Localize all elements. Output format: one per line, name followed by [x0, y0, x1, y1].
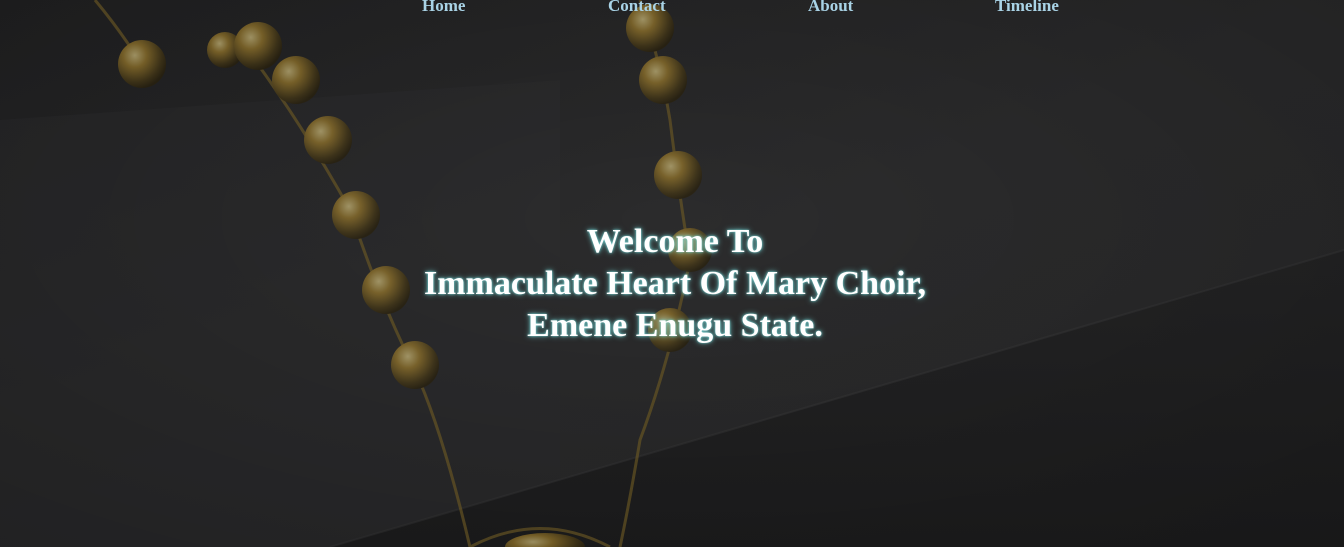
- location-line: Emene Enugu State.: [527, 307, 823, 344]
- choir-name-line: Immaculate Heart Of Mary Choir,: [423, 265, 926, 302]
- top-navigation: Home Contact About Timeline: [0, 0, 1344, 18]
- nav-link-timeline[interactable]: Timeline: [995, 0, 1059, 18]
- nav-link-contact[interactable]: Contact: [608, 0, 666, 18]
- nav-link-about[interactable]: About: [808, 0, 853, 18]
- hero-section: Home Contact About Timeline Welcome To I…: [0, 0, 1344, 547]
- welcome-heading: Welcome To Immaculate Heart Of Mary Choi…: [0, 221, 1344, 347]
- welcome-line: Welcome To: [586, 223, 764, 260]
- nav-link-home[interactable]: Home: [422, 0, 465, 18]
